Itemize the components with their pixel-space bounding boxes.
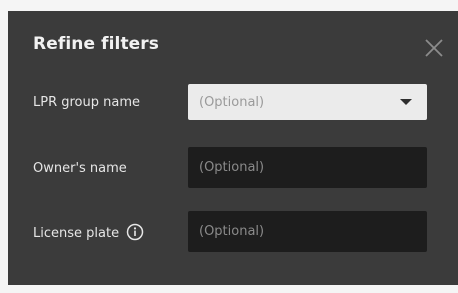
license-plate-input[interactable]: (Optional) xyxy=(188,211,427,252)
close-icon xyxy=(424,38,444,58)
close-button[interactable] xyxy=(424,38,444,58)
lpr-group-name-label: LPR group name xyxy=(33,95,141,110)
owners-name-label: Owner's name xyxy=(33,161,127,176)
owners-name-placeholder: (Optional) xyxy=(199,160,265,175)
license-plate-label-group: License plate xyxy=(33,223,144,241)
chevron-down-icon xyxy=(400,99,412,105)
lpr-group-name-placeholder: (Optional) xyxy=(199,94,265,110)
info-icon[interactable] xyxy=(126,223,144,241)
lpr-group-name-select[interactable]: (Optional) xyxy=(188,84,427,120)
license-plate-placeholder: (Optional) xyxy=(199,224,265,239)
license-plate-label: License plate xyxy=(33,226,120,241)
dialog-title: Refine filters xyxy=(33,34,160,54)
refine-filters-dialog: Refine filters LPR group name (Optional)… xyxy=(8,11,458,285)
owners-name-input[interactable]: (Optional) xyxy=(188,147,427,188)
